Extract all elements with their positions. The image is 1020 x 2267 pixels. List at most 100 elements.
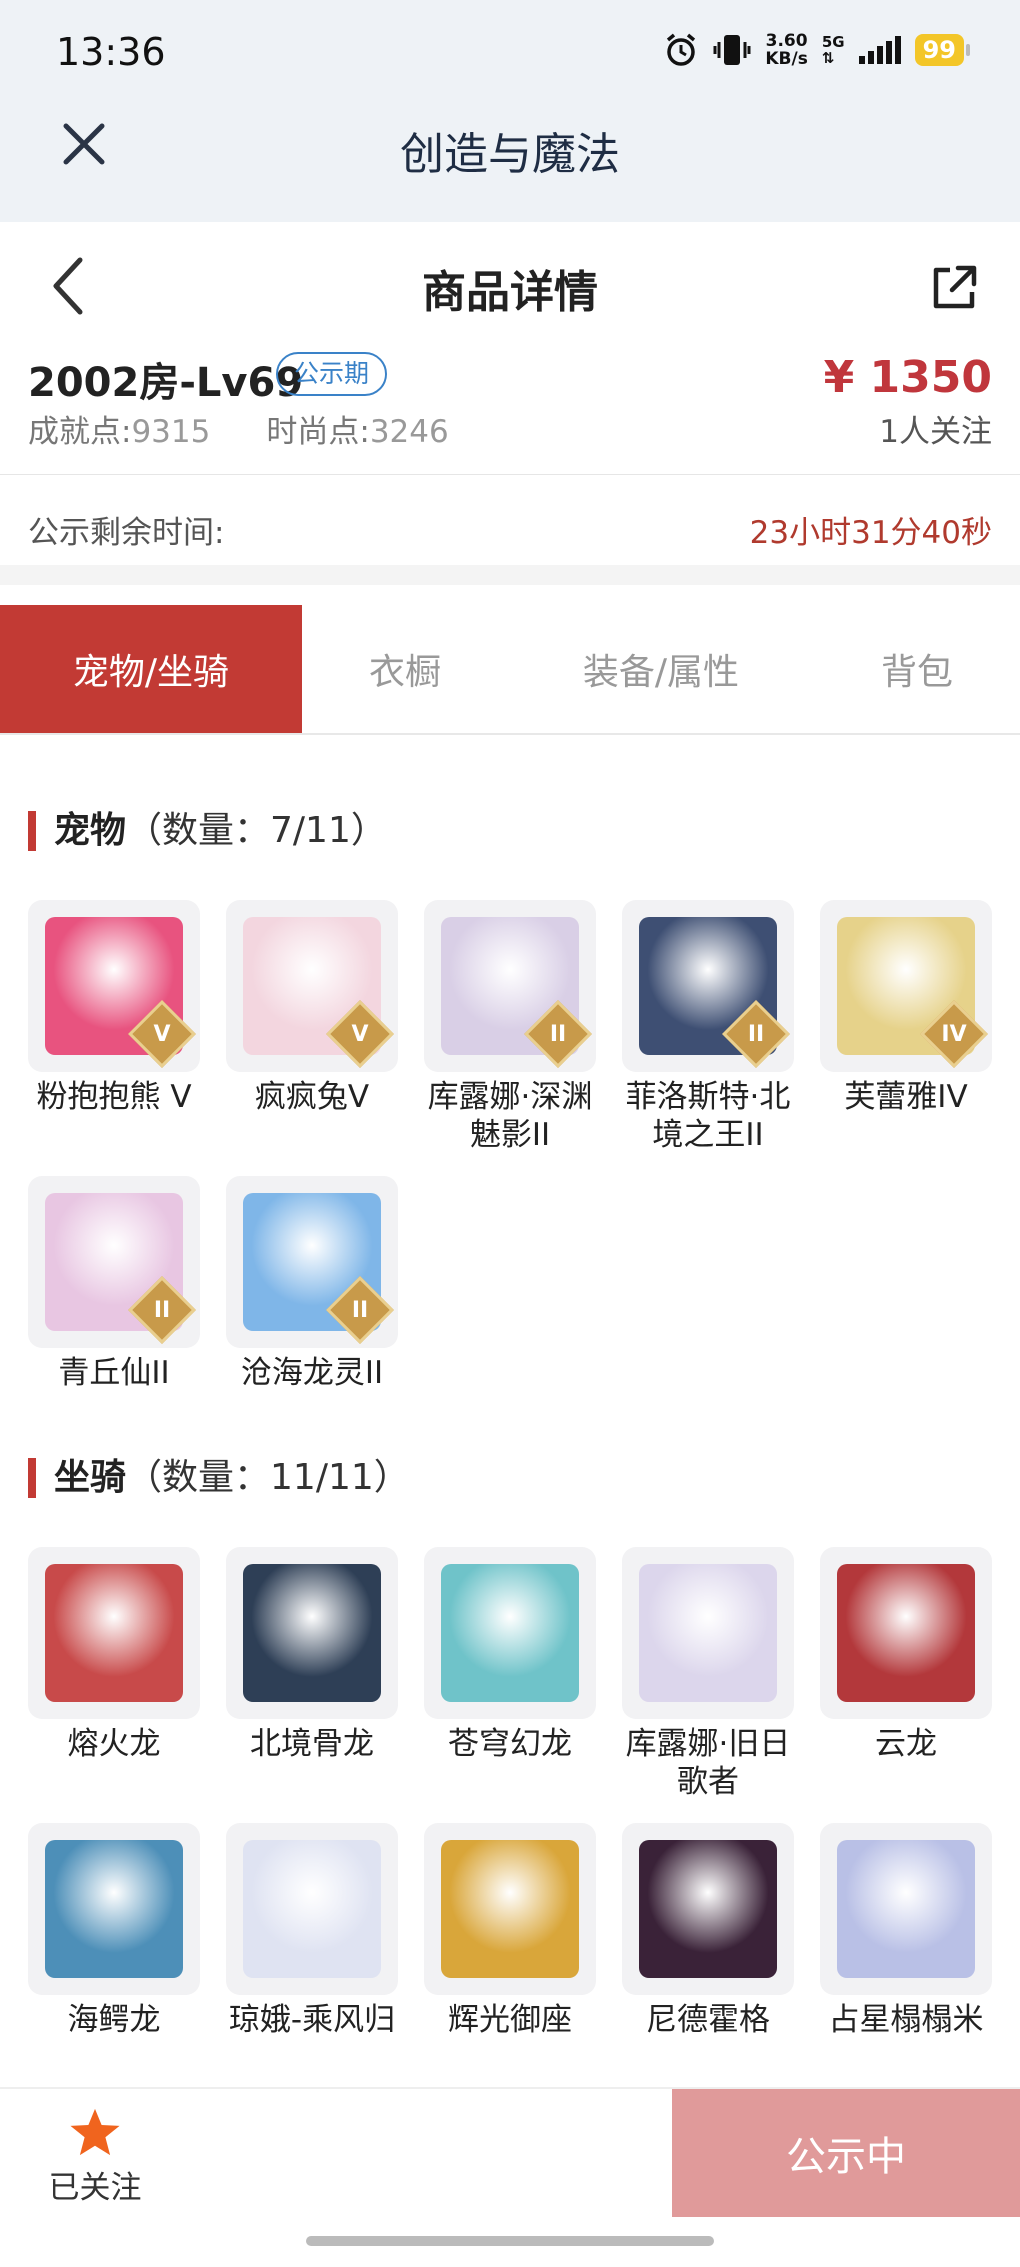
- stats-row: 成就点:9315 时尚点:3246: [28, 406, 449, 451]
- status-badge: 公示期: [276, 352, 388, 396]
- signal-icon: [858, 36, 901, 64]
- pet-thumbnail: IV: [820, 900, 992, 1072]
- remaining-time-row: 公示剩余时间: 23小时31分40秒: [0, 475, 1020, 585]
- achievement-points: 成就点:9315: [28, 414, 211, 450]
- public-status-button[interactable]: 公示中: [672, 2089, 1020, 2217]
- mount-thumbnail: [424, 1547, 596, 1719]
- app-top-area: 13:36 3.60 KB/s 5G ⇅ 99 创造与魔法: [0, 0, 1020, 222]
- fashion-points: 时尚点:3246: [266, 414, 449, 450]
- server-name: 2002房-Lv69: [28, 360, 304, 406]
- pet-thumbnail: II: [622, 900, 794, 1072]
- mount-thumbnail: [622, 1823, 794, 1995]
- star-icon: [70, 2108, 120, 2156]
- mount-image: [639, 1840, 777, 1978]
- pet-name: 菲洛斯特·北境之王II: [625, 1079, 791, 1153]
- mount-item[interactable]: 云龙: [820, 1547, 992, 1801]
- mounts-section-title: 坐骑（数量：11/11）: [28, 1458, 410, 1498]
- remaining-time-value: 23小时31分40秒: [749, 515, 992, 551]
- pet-item[interactable]: II 菲洛斯特·北境之王II: [622, 900, 794, 1154]
- mount-image: [45, 1840, 183, 1978]
- mount-image: [45, 1564, 183, 1702]
- mount-item[interactable]: 熔火龙: [28, 1547, 200, 1801]
- mount-image: [243, 1840, 381, 1978]
- battery-icon: 99: [914, 34, 971, 66]
- mount-item[interactable]: 苍穹幻龙: [424, 1547, 596, 1801]
- pet-thumbnail: V: [226, 900, 398, 1072]
- mount-image: [837, 1564, 975, 1702]
- pet-name: 沧海龙灵II: [240, 1355, 384, 1391]
- mounts-grid: 熔火龙 北境骨龙 苍穹幻龙 库露娜·旧日歌者 云龙海鳄龙 琼娥-乘风归 辉光御座 尼德霍格 占星…: [28, 1547, 992, 2039]
- share-icon: [933, 265, 977, 309]
- mount-name: 熔火龙: [67, 1726, 161, 1762]
- mount-item[interactable]: 尼德霍格: [622, 1823, 794, 2039]
- pet-thumbnail: V: [28, 900, 200, 1072]
- mount-thumbnail: [820, 1547, 992, 1719]
- mount-thumbnail: [622, 1547, 794, 1719]
- pet-thumbnail: II: [226, 1176, 398, 1348]
- mount-name: 占星榻榻米: [828, 2002, 984, 2038]
- mount-name: 北境骨龙: [250, 1726, 374, 1762]
- mount-image: [837, 1840, 975, 1978]
- mount-name: 尼德霍格: [646, 2002, 770, 2038]
- mount-image: [441, 1564, 579, 1702]
- mount-image: [441, 1840, 579, 1978]
- status-icons: 3.60 KB/s 5G ⇅ 99: [663, 31, 971, 69]
- mount-thumbnail: [28, 1547, 200, 1719]
- mount-item[interactable]: 北境骨龙: [226, 1547, 398, 1801]
- mount-thumbnail: [226, 1547, 398, 1719]
- mount-item[interactable]: 海鳄龙: [28, 1823, 200, 2039]
- pets-grid: V 粉抱抱熊 V V 疯疯兔V II 库露娜·深渊魅影II II 菲洛斯特·北境之王II IV 芙…: [28, 900, 992, 1392]
- follow-button[interactable]: 已关注: [40, 2107, 150, 2207]
- pet-name: 粉抱抱熊 V: [36, 1079, 192, 1115]
- pet-name: 青丘仙II: [58, 1355, 170, 1391]
- network-speed: 3.60 KB/s: [765, 31, 808, 69]
- remaining-time-label: 公示剩余时间:: [28, 515, 225, 551]
- pet-item[interactable]: II 青丘仙II: [28, 1176, 200, 1392]
- share-button[interactable]: [928, 262, 980, 314]
- status-time: 13:36: [56, 30, 166, 74]
- mount-item[interactable]: 琼娥-乘风归: [226, 1823, 398, 2039]
- follower-count: 1人关注: [879, 414, 992, 450]
- vibrate-icon: [713, 35, 751, 65]
- tab-bar: 宠物/坐骑 衣橱 装备/属性 背包: [0, 605, 1020, 735]
- mount-name: 云龙: [875, 1726, 937, 1762]
- tab-pets-mounts[interactable]: 宠物/坐骑: [0, 605, 302, 733]
- mount-thumbnail: [28, 1823, 200, 1995]
- pet-item[interactable]: V 疯疯兔V: [226, 900, 398, 1154]
- mount-name: 海鳄龙: [67, 2002, 161, 2038]
- network-type: 5G ⇅: [821, 33, 845, 67]
- page-title: 商品详情: [422, 267, 598, 318]
- pet-name: 芙蕾雅IV: [844, 1079, 968, 1115]
- pet-thumbnail: II: [424, 900, 596, 1072]
- mount-name: 辉光御座: [448, 2002, 572, 2038]
- pets-section-title: 宠物（数量：7/11）: [28, 811, 387, 851]
- mount-image: [639, 1564, 777, 1702]
- detail-header: 商品详情: [0, 222, 1020, 352]
- pet-item[interactable]: II 库露娜·深渊魅影II: [424, 900, 596, 1154]
- mount-item[interactable]: 辉光御座: [424, 1823, 596, 2039]
- mount-image: [243, 1564, 381, 1702]
- home-indicator[interactable]: [306, 2236, 714, 2246]
- mount-item[interactable]: 占星榻榻米: [820, 1823, 992, 2039]
- alarm-icon: [667, 33, 696, 66]
- mount-name: 琼娥-乘风归: [228, 2002, 396, 2038]
- pet-item[interactable]: V 粉抱抱熊 V: [28, 900, 200, 1154]
- bottom-bar: 已关注 公示中: [0, 2087, 1020, 2217]
- product-info: 2002房-Lv69 公示期 ¥ 1350 成就点:9315 时尚点:3246 …: [0, 340, 1020, 475]
- pet-item[interactable]: II 沧海龙灵II: [226, 1176, 398, 1392]
- mount-item[interactable]: 库露娜·旧日歌者: [622, 1547, 794, 1801]
- tab-equipment[interactable]: 装备/属性: [508, 605, 814, 733]
- pet-thumbnail: II: [28, 1176, 200, 1348]
- mount-thumbnail: [424, 1823, 596, 1995]
- mount-thumbnail: [820, 1823, 992, 1995]
- mount-name: 苍穹幻龙: [448, 1726, 572, 1762]
- price: ¥ 1350: [823, 352, 992, 403]
- follow-label: 已关注: [48, 2170, 142, 2206]
- pet-name: 疯疯兔V: [254, 1079, 370, 1115]
- pet-item[interactable]: IV 芙蕾雅IV: [820, 900, 992, 1154]
- app-title: 创造与魔法: [400, 129, 620, 180]
- tab-wardrobe[interactable]: 衣橱: [302, 605, 508, 733]
- mount-name: 库露娜·旧日歌者: [625, 1726, 791, 1800]
- tab-backpack[interactable]: 背包: [814, 605, 1020, 733]
- pet-name: 库露娜·深渊魅影II: [427, 1079, 593, 1153]
